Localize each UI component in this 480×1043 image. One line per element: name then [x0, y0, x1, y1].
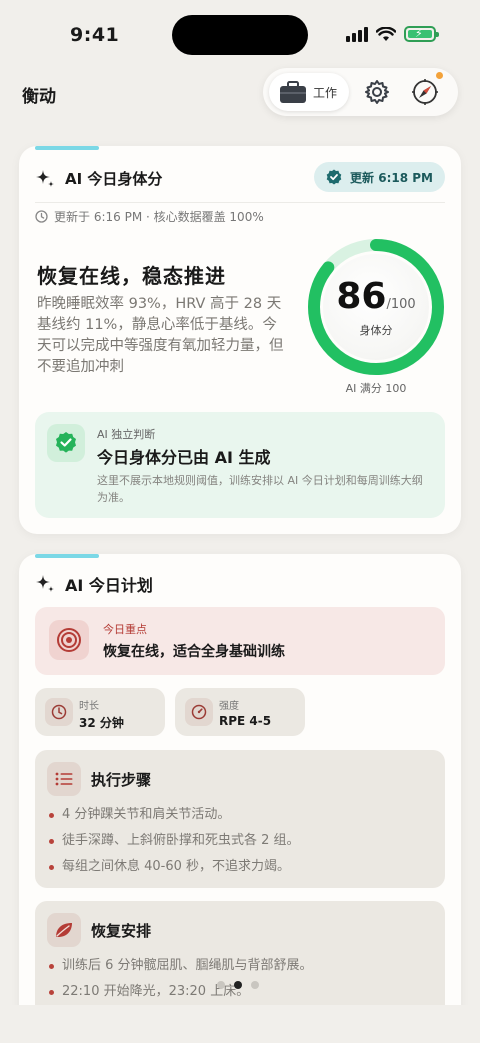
plan-header: AI 今日计划 [35, 572, 153, 596]
settings-button[interactable] [357, 72, 397, 112]
intensity-badge [185, 698, 213, 726]
score-ring: 86/100 身体分 [305, 236, 447, 378]
recovery-text: 训练后 6 分钟髋屈肌、腘绳肌与背部舒展。 [62, 958, 313, 973]
list-item: 4 分钟踝关节和肩关节活动。 [49, 806, 300, 832]
header-toolbar: 工作 [263, 68, 458, 116]
sparkle-icon [36, 169, 54, 187]
page-indicator[interactable] [217, 981, 259, 989]
body-score-card: AI 今日身体分 更新 6:18 PM 更新于 6:16 PM · 核心数据覆盖… [19, 146, 461, 534]
focus-kicker: 今日重点 [103, 623, 147, 636]
work-mode-label: 工作 [313, 85, 338, 100]
verified-icon [326, 169, 342, 185]
leaf-icon [56, 923, 72, 937]
body-score-headline: 恢复在线，稳态推进 [37, 264, 226, 288]
steps-title: 执行步骤 [91, 771, 152, 789]
page-dot-active[interactable] [234, 981, 242, 989]
steps-section: 执行步骤 4 分钟踝关节和肩关节活动。 徒手深蹲、上斜俯卧撑和死虫式各 2 组。… [35, 750, 445, 888]
status-icons: ⚡ [346, 26, 439, 42]
dynamic-island [172, 15, 308, 55]
intensity-chip: 强度 RPE 4-5 [175, 688, 305, 736]
compass-icon [412, 79, 438, 105]
focus-value: 恢复在线，适合全身基础训练 [103, 644, 285, 660]
score-denominator: /100 [386, 297, 416, 312]
ai-judgement-box: AI 独立判断 今日身体分已由 AI 生成 这里不展示本地规则阈值，训练安排以 … [35, 412, 445, 518]
update-meta-text: 更新于 6:16 PM · 核心数据覆盖 100% [54, 210, 264, 224]
score-label: 身体分 [359, 324, 393, 337]
divider [35, 202, 445, 203]
recovery-badge [47, 913, 81, 947]
briefcase-icon [280, 81, 306, 103]
update-status-text: 更新 6:18 PM [350, 170, 433, 185]
gear-icon [365, 80, 389, 104]
list-icon [55, 772, 73, 786]
compass-button[interactable] [405, 72, 445, 112]
ai-judgement-kicker: AI 独立判断 [97, 428, 156, 441]
work-mode-button[interactable]: 工作 [269, 73, 349, 111]
steps-list: 4 分钟踝关节和肩关节活动。 徒手深蹲、上斜俯卧撑和死虫式各 2 组。 每组之间… [49, 806, 300, 884]
list-item: 每组之间休息 40-60 秒，不追求力竭。 [49, 858, 300, 884]
signal-icon [346, 26, 368, 42]
verified-check-icon [56, 432, 76, 453]
gauge-icon [191, 704, 207, 720]
ai-judgement-description: 这里不展示本地规则阈值，训练安排以 AI 今日计划和每周训练大纲为准。 [97, 474, 423, 504]
wifi-icon [376, 26, 396, 41]
duration-label: 时长 [79, 701, 99, 712]
status-bar: 9:41 ⚡ [0, 0, 480, 70]
plan-title: AI 今日计划 [65, 576, 153, 595]
body-score-description: 昨晚睡眠效率 93%，HRV 高于 28 天基线约 11%，静息心率低于基线。今… [37, 296, 284, 375]
page-dot[interactable] [251, 981, 259, 989]
intensity-value: RPE 4-5 [219, 714, 272, 728]
body-score-header: AI 今日身体分 [35, 168, 162, 189]
recovery-list: 训练后 6 分钟髋屈肌、腘绳肌与背部舒展。 22:10 开始降光，23:20 上… [49, 957, 313, 1009]
update-meta: 更新于 6:16 PM · 核心数据覆盖 100% [35, 208, 264, 225]
intensity-label: 强度 [219, 701, 239, 712]
list-item: 徒手深蹲、上斜俯卧撑和死虫式各 2 组。 [49, 832, 300, 858]
page-dot[interactable] [217, 981, 225, 989]
ai-judgement-headline: 今日身体分已由 AI 生成 [97, 448, 271, 467]
bottom-area [0, 1005, 480, 1043]
sparkle-icon [36, 575, 54, 592]
step-text: 每组之间休息 40-60 秒，不追求力竭。 [62, 859, 291, 874]
score-value-wrap: 86/100 [305, 276, 447, 317]
duration-badge [45, 698, 73, 726]
duration-chip: 时长 32 分钟 [35, 688, 165, 736]
clock-icon [35, 210, 48, 223]
step-text: 4 分钟踝关节和肩关节活动。 [62, 807, 231, 822]
battery-icon: ⚡ [404, 26, 439, 42]
focus-badge [49, 620, 89, 660]
update-status-badge: 更新 6:18 PM [314, 162, 445, 192]
status-time: 9:41 [70, 24, 120, 46]
step-text: 徒手深蹲、上斜俯卧撑和死虫式各 2 组。 [62, 833, 300, 848]
recovery-title: 恢复安排 [91, 922, 152, 940]
steps-badge [47, 762, 81, 796]
today-focus-box: 今日重点 恢复在线，适合全身基础训练 [35, 607, 445, 675]
list-item: 训练后 6 分钟髋屈肌、腘绳肌与背部舒展。 [49, 957, 313, 983]
clock-icon [51, 704, 67, 720]
notification-dot [436, 72, 443, 79]
score-caption: AI 满分 100 [345, 382, 407, 395]
duration-value: 32 分钟 [79, 716, 124, 730]
card-accent-bar [35, 146, 99, 150]
body-score-title: AI 今日身体分 [65, 170, 163, 188]
card-accent-bar [35, 554, 99, 558]
ai-verified-badge [47, 424, 85, 462]
target-icon [57, 628, 81, 652]
score-value: 86 [336, 276, 387, 317]
daily-plan-card: AI 今日计划 今日重点 恢复在线，适合全身基础训练 时长 32 分钟 强度 R… [19, 554, 461, 1024]
app-title: 衡动 [22, 87, 56, 107]
